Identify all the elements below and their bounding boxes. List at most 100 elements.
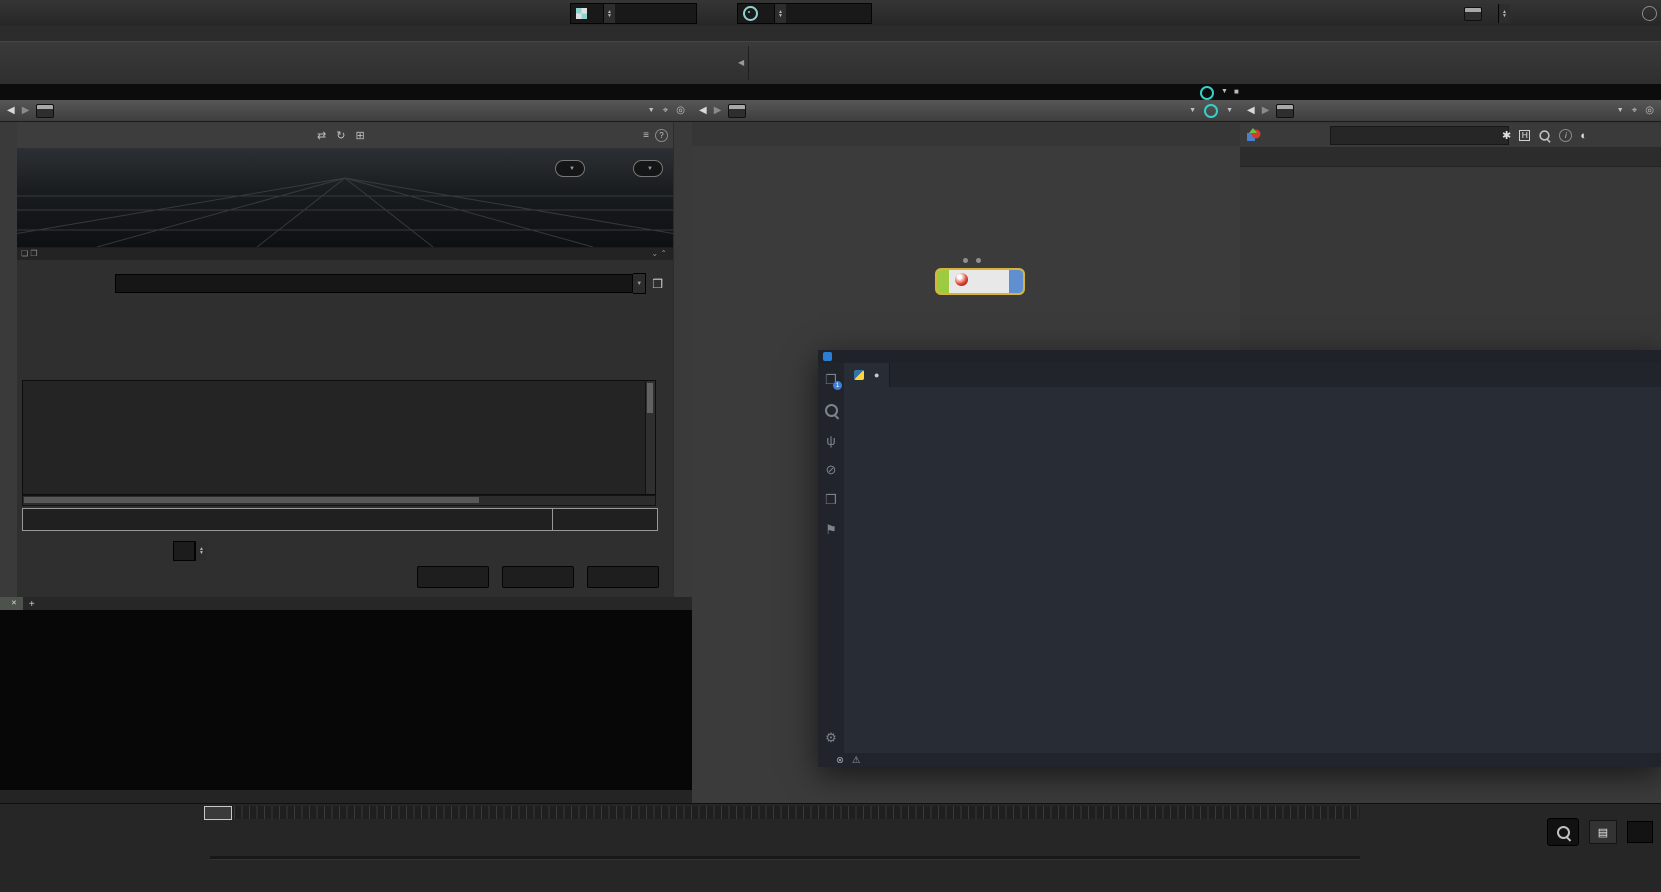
shelf-scroll-left-icon[interactable]: ◀: [738, 58, 744, 67]
desktop-selector-spinner[interactable]: ▲▼: [603, 4, 615, 23]
script-hscrollbar[interactable]: [22, 495, 656, 506]
link-icon[interactable]: ◎: [676, 105, 685, 116]
explorer-icon[interactable]: ❐1: [818, 367, 844, 393]
new-tab-icon[interactable]: +: [23, 599, 41, 610]
view-menu-icon[interactable]: ≡: [643, 130, 649, 141]
clapperboard-icon: [36, 104, 54, 118]
search-icon[interactable]: [818, 397, 844, 423]
node-render-flag[interactable]: [1009, 270, 1023, 293]
clapperboard-icon: [1464, 7, 1482, 21]
vscode-activity-bar: ❐1 ψ ⊘ ❒ ⚑ ⚙: [818, 363, 844, 753]
desktop-selector[interactable]: ▲▼: [570, 3, 697, 24]
save-to-field[interactable]: [115, 274, 633, 293]
path-dropdown-icon[interactable]: ▼: [1189, 107, 1196, 114]
cursor-position-label: [552, 509, 657, 530]
shot-selector-spinner[interactable]: ▲▼: [1498, 4, 1510, 23]
forward-icon[interactable]: ▶: [1262, 105, 1270, 116]
info-icon[interactable]: i: [1559, 129, 1572, 142]
link-icon[interactable]: ◎: [1645, 105, 1654, 116]
scene-selector-spinner[interactable]: ▲▼: [774, 4, 786, 23]
source-control-icon[interactable]: ψ: [818, 427, 844, 453]
follow-icon[interactable]: [1204, 104, 1218, 118]
scene-selector[interactable]: ▲▼: [737, 3, 872, 24]
python-file-icon: [854, 370, 864, 380]
view-help-icon[interactable]: ?: [655, 129, 668, 142]
options-dropdown-icon[interactable]: ▼: [1226, 107, 1233, 114]
close-icon[interactable]: ✕: [11, 597, 17, 610]
node-flag-dot[interactable]: [976, 258, 981, 263]
network-linker-icon[interactable]: [1200, 86, 1214, 100]
pin-icon[interactable]: ⌖: [1632, 105, 1638, 116]
network-menubar: [692, 122, 1240, 147]
viewport-3d[interactable]: ▼ ▼: [17, 148, 673, 247]
back-icon[interactable]: ◀: [699, 105, 707, 116]
playbar-right-controls: ▤: [1547, 818, 1653, 846]
view-swap-icon[interactable]: ⇄: [317, 129, 326, 142]
channels-info-label: [1627, 821, 1653, 843]
perspective-selector[interactable]: ▼: [555, 160, 585, 177]
debug-icon[interactable]: ⊘: [818, 457, 844, 483]
forward-icon[interactable]: ▶: [714, 105, 722, 116]
scene-view-pathbar: ◀ ▶ ▼ ⌖ ◎: [0, 100, 692, 122]
dialog-collapse-icon[interactable]: ⌄ ⌃: [651, 249, 667, 258]
bookmark-icon[interactable]: ⚑: [818, 517, 844, 543]
shelf-separator: [748, 46, 749, 80]
network-pane-menu-icon[interactable]: ■: [1231, 84, 1242, 100]
file-chooser-icon[interactable]: ❒: [652, 277, 663, 291]
script-editor[interactable]: [22, 380, 656, 495]
houdini-help-icon[interactable]: H: [1519, 130, 1530, 141]
vscode-logo-icon: [823, 352, 832, 361]
compare-icon[interactable]: ◐: [1580, 130, 1587, 142]
timeline-zoom-icon[interactable]: [1547, 818, 1579, 846]
accept-button[interactable]: [502, 566, 574, 588]
view-layout-icon[interactable]: ⊞: [355, 129, 364, 142]
save-to-dropdown-icon[interactable]: ▼: [633, 273, 646, 294]
gear-icon[interactable]: ✱: [1502, 129, 1511, 142]
language-spinner[interactable]: ▲▼: [195, 541, 207, 561]
timeline-ruler[interactable]: [204, 806, 1360, 819]
node-type-icon: [955, 273, 968, 286]
path-dropdown-icon[interactable]: ▼: [1617, 107, 1624, 114]
problems-indicator[interactable]: ⊗ ⚠: [836, 755, 860, 766]
python-shell-tab[interactable]: ✕: [0, 597, 23, 610]
back-icon[interactable]: ◀: [7, 105, 15, 116]
script-message-field[interactable]: [23, 509, 552, 530]
main-menubar: ▲▼ ▲▼ ▲▼: [0, 0, 1661, 27]
back-icon[interactable]: ◀: [1247, 105, 1255, 116]
help-icon[interactable]: [1642, 6, 1657, 21]
view-refresh-icon[interactable]: ↻: [336, 129, 345, 142]
script-vscrollbar[interactable]: [645, 381, 655, 494]
vscode-editor[interactable]: [844, 387, 1661, 753]
script-language-dropdown[interactable]: [173, 541, 195, 561]
camera-selector[interactable]: ▼: [633, 160, 663, 177]
manage-gear-icon[interactable]: ⚙: [818, 725, 844, 751]
dialog-titlebar[interactable]: [17, 248, 673, 260]
playhead[interactable]: [204, 806, 232, 820]
apply-button[interactable]: [417, 566, 489, 588]
forward-icon[interactable]: ▶: [22, 105, 30, 116]
network-tab-dropdown-icon[interactable]: ▼: [1218, 84, 1231, 100]
range-slider-groove[interactable]: [210, 856, 1360, 860]
search-icon[interactable]: [1540, 130, 1550, 140]
dialog-file-icon[interactable]: ❏ ❐: [21, 249, 38, 258]
node-flag-dot[interactable]: [963, 258, 968, 263]
extensions-icon[interactable]: ❒: [818, 487, 844, 513]
network-pane-tab-controls: ▼ ■: [1196, 84, 1242, 100]
clapperboard-icon: [728, 104, 746, 118]
path-dropdown-icon[interactable]: ▼: [648, 107, 655, 114]
vscode-window: ❐1 ψ ⊘ ❒ ⚑ ⚙ ● ⊗ ⚠: [818, 350, 1661, 767]
unsaved-dot-icon[interactable]: ●: [874, 370, 879, 380]
edit-tool-dialog: ❏ ❐ ⌄ ⌃ ▼ ❒ ▲▼: [17, 247, 673, 598]
python-shell-output[interactable]: [3, 610, 692, 790]
node-display-flag[interactable]: [937, 270, 949, 293]
vscode-editor-tab[interactable]: ●: [844, 363, 890, 387]
clapperboard-icon: [1276, 104, 1294, 118]
vscode-titlebar[interactable]: [818, 350, 1661, 363]
channels-icon[interactable]: ▤: [1589, 820, 1617, 844]
shot-selector[interactable]: ▲▼: [1458, 3, 1637, 24]
geometry-node[interactable]: [935, 268, 1025, 295]
cancel-button[interactable]: [587, 566, 659, 588]
save-to-row: ▼ ❒: [19, 274, 663, 293]
node-name-field[interactable]: [1330, 126, 1509, 145]
pin-icon[interactable]: ⌖: [663, 105, 669, 116]
